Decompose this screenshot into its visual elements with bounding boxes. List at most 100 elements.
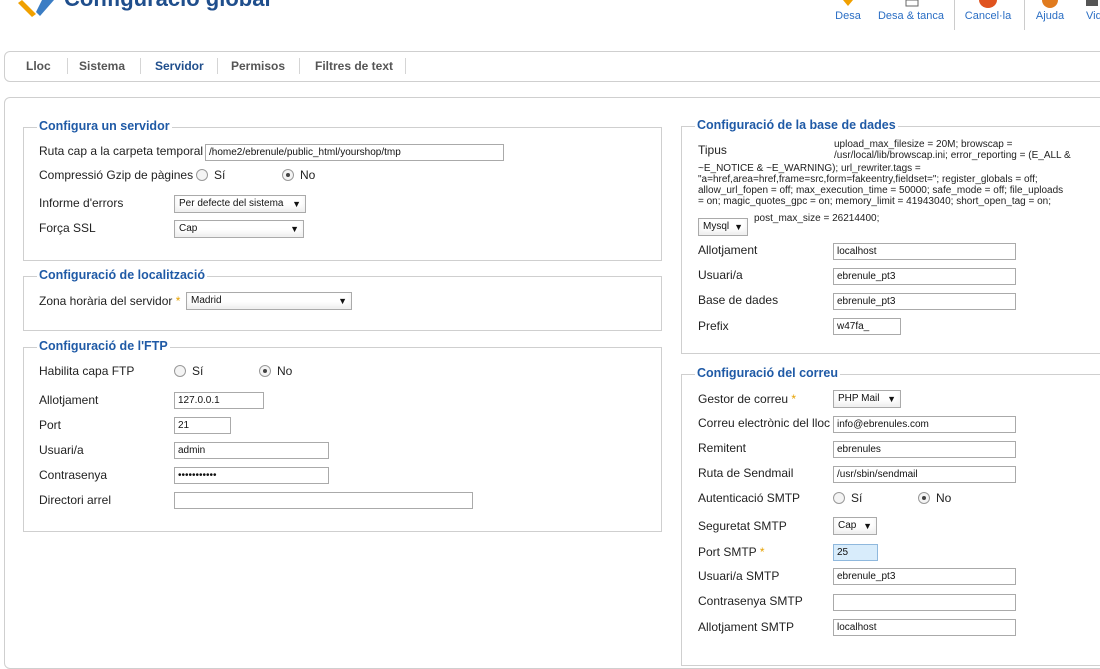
sendmail-path-input[interactable]: /usr/sbin/sendmail	[833, 466, 1016, 483]
sendmail-path-label: Ruta de Sendmail	[698, 466, 794, 480]
gzip-label: Compressió Gzip de pàgines	[39, 168, 194, 182]
ftp-host-input[interactable]: 127.0.0.1	[174, 392, 264, 409]
gzip-yes-label: Sí	[214, 168, 226, 182]
tab-divider	[299, 58, 300, 74]
db-type-info-line-5: allow_url_fopen = off; max_execution_tim…	[698, 185, 1064, 196]
ftp-user-label: Usuari/a	[39, 443, 84, 457]
ftp-enable-label: Habilita capa FTP	[39, 364, 135, 378]
site-email-input[interactable]: info@ebrenules.com	[833, 416, 1016, 433]
save-close-button[interactable]: Desa & tanca	[875, 0, 947, 34]
tmp-path-label: Ruta cap a la carpeta temporal	[39, 144, 204, 158]
save-button[interactable]: Desa	[828, 0, 868, 34]
db-type-info-line-2: /usr/local/lib/browscap.ini; error_repor…	[834, 150, 1071, 161]
tab-sistema[interactable]: Sistema	[79, 59, 125, 73]
page-header: Configuració global Desa Desa & tanca Ca…	[0, 0, 1100, 38]
db-type-info-line-6: = on; magic_quotes_gpc = on; memory_limi…	[698, 196, 1052, 207]
tab-divider	[217, 58, 218, 74]
toolbar-divider	[954, 0, 955, 30]
ftp-password-label: Contrasenya	[39, 468, 108, 482]
db-type-info-line-3: ~E_NOTICE & ~E_WARNING); url_rewriter.ta…	[698, 163, 921, 174]
cancel-button[interactable]: Cancel·la	[960, 0, 1016, 34]
config-tabs: Lloc Sistema Servidor Permisos Filtres d…	[4, 51, 1100, 82]
from-name-label: Remitent	[698, 441, 747, 455]
from-name-input[interactable]: ebrenules	[833, 441, 1016, 458]
tab-servidor[interactable]: Servidor	[155, 59, 204, 73]
video-icon	[1086, 0, 1098, 6]
locale-settings-legend: Configuració de localització	[37, 268, 207, 282]
smtp-auth-yes-radio[interactable]	[833, 492, 845, 504]
db-user-input[interactable]: ebrenule_pt3	[833, 268, 1016, 285]
smtp-auth-yes-label: Sí	[851, 491, 863, 505]
smtp-auth-no-radio[interactable]	[918, 492, 930, 504]
ftp-no-radio[interactable]	[259, 365, 271, 377]
ftp-port-label: Port	[39, 418, 62, 432]
ftp-no-label: No	[277, 364, 293, 378]
db-prefix-label: Prefix	[698, 319, 729, 333]
chevron-down-icon: ▼	[290, 224, 299, 234]
db-user-label: Usuari/a	[698, 268, 743, 282]
mailer-select[interactable]: PHP Mail ▼	[833, 390, 901, 408]
site-email-label: Correu electrònic del lloc	[698, 416, 831, 430]
timezone-select[interactable]: Madrid ▼	[186, 292, 352, 310]
tab-permisos[interactable]: Permisos	[231, 59, 285, 73]
ftp-yes-label: Sí	[192, 364, 204, 378]
mailer-label: Gestor de correu *	[698, 392, 797, 406]
tab-divider	[67, 58, 68, 74]
tab-filtres-de-text[interactable]: Filtres de text	[315, 59, 393, 73]
smtp-port-label: Port SMTP *	[698, 545, 765, 559]
db-type-info-line-7: post_max_size = 26214400;	[754, 213, 880, 224]
ftp-root-input[interactable]	[174, 492, 473, 509]
db-host-label: Allotjament	[698, 243, 758, 257]
chevron-down-icon: ▼	[292, 199, 301, 209]
db-type-info-line-1: upload_max_filesize = 20M; browscap =	[834, 139, 1013, 150]
smtp-security-select[interactable]: Cap ▼	[833, 517, 877, 535]
chevron-down-icon: ▼	[887, 394, 896, 404]
smtp-user-label: Usuari/a SMTP	[698, 569, 780, 583]
gzip-yes-radio[interactable]	[196, 169, 208, 181]
database-settings-legend: Configuració de la base de dades	[695, 118, 898, 132]
video-button[interactable]: Vid	[1078, 0, 1100, 34]
smtp-auth-no-label: No	[936, 491, 952, 505]
smtp-host-input[interactable]: localhost	[833, 619, 1016, 636]
error-reporting-select[interactable]: Per defecte del sistema ▼	[174, 195, 306, 213]
db-host-input[interactable]: localhost	[833, 243, 1016, 260]
tab-lloc[interactable]: Lloc	[26, 59, 51, 73]
ftp-port-input[interactable]: 21	[174, 417, 231, 434]
tab-divider	[140, 58, 141, 74]
smtp-password-label: Contrasenya SMTP	[698, 594, 803, 608]
db-prefix-input[interactable]: w47fa_	[833, 318, 901, 335]
db-type-info-line-4: "a=href,area=href,frame=src,form=fakeent…	[698, 174, 1038, 185]
save-icon	[843, 0, 853, 6]
force-ssl-label: Força SSL	[39, 221, 96, 235]
db-name-input[interactable]: ebrenule_pt3	[833, 293, 1016, 310]
chevron-down-icon: ▼	[338, 296, 347, 306]
smtp-host-label: Allotjament SMTP	[698, 620, 795, 634]
db-type-select[interactable]: Mysql ▼	[698, 218, 748, 236]
ftp-root-label: Directori arrel	[39, 493, 112, 507]
server-settings-legend: Configura un servidor	[37, 119, 172, 133]
ftp-yes-radio[interactable]	[174, 365, 186, 377]
ftp-user-input[interactable]: admin	[174, 442, 329, 459]
smtp-auth-label: Autenticació SMTP	[698, 491, 801, 505]
save-close-icon	[905, 0, 919, 7]
db-name-label: Base de dades	[698, 293, 779, 307]
ftp-settings-legend: Configuració de l'FTP	[37, 339, 170, 353]
toolbar-divider	[1024, 0, 1025, 30]
ftp-password-input[interactable]: •••••••••••	[174, 467, 329, 484]
smtp-security-label: Seguretat SMTP	[698, 519, 787, 533]
help-button[interactable]: Ajuda	[1030, 0, 1070, 34]
smtp-user-input[interactable]: ebrenule_pt3	[833, 568, 1016, 585]
error-reporting-label: Informe d'errors	[39, 196, 124, 210]
gzip-no-label: No	[300, 168, 316, 182]
help-icon	[1042, 0, 1058, 8]
tmp-path-input[interactable]: /home2/ebrenule/public_html/yourshop/tmp	[205, 144, 504, 161]
smtp-port-input[interactable]: 25	[833, 544, 878, 561]
smtp-password-input[interactable]	[833, 594, 1016, 611]
db-type-label: Tipus	[698, 143, 727, 157]
page-title: Configuració global	[64, 0, 271, 12]
chevron-down-icon: ▼	[734, 222, 743, 232]
cancel-icon	[979, 0, 997, 8]
mail-settings-legend: Configuració del correu	[695, 366, 840, 380]
force-ssl-select[interactable]: Cap ▼	[174, 220, 304, 238]
gzip-no-radio[interactable]	[282, 169, 294, 181]
